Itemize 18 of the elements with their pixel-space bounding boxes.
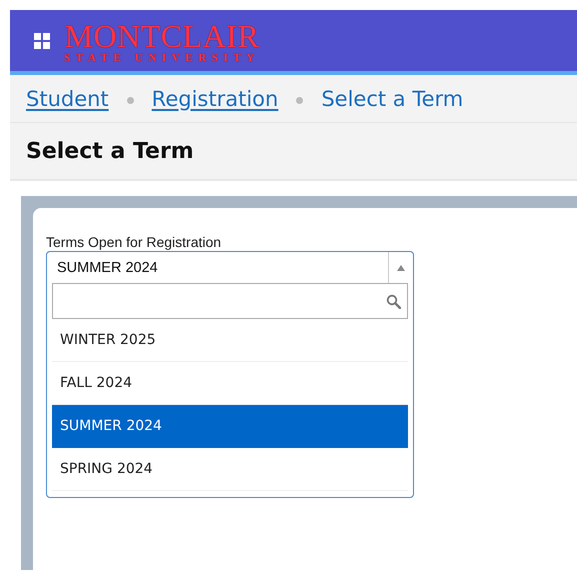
dropdown-option[interactable]: WINTER 2025	[52, 319, 408, 362]
selected-value: SUMMER 2024	[56, 260, 159, 276]
term-dropdown[interactable]: SUMMER 2024 WINTER 2025 FALL 2024 SUMMER 2024 SPRING 2024	[46, 251, 414, 498]
logo-subtitle: STATE UNIVERSITY	[64, 52, 260, 64]
app-grid-icon[interactable]	[34, 32, 50, 48]
page-title: Select a Term	[26, 138, 194, 164]
dropdown-option[interactable]: SPRING 2024	[52, 448, 408, 491]
field-label: Terms Open for Registration	[46, 234, 222, 250]
search-icon	[386, 294, 401, 308]
caret-up-icon[interactable]	[397, 264, 405, 270]
breadcrumb-link[interactable]: Student	[26, 86, 109, 110]
separator-icon	[296, 97, 304, 104]
breadcrumb-link[interactable]: Registration	[152, 86, 278, 110]
separator-icon	[126, 97, 134, 104]
breadcrumb-current: Select a Term	[321, 86, 464, 110]
logo-title: MONTCLAIR	[64, 20, 260, 52]
dropdown-option[interactable]: SUMMER 2024	[52, 405, 408, 448]
search-field[interactable]	[52, 283, 408, 319]
